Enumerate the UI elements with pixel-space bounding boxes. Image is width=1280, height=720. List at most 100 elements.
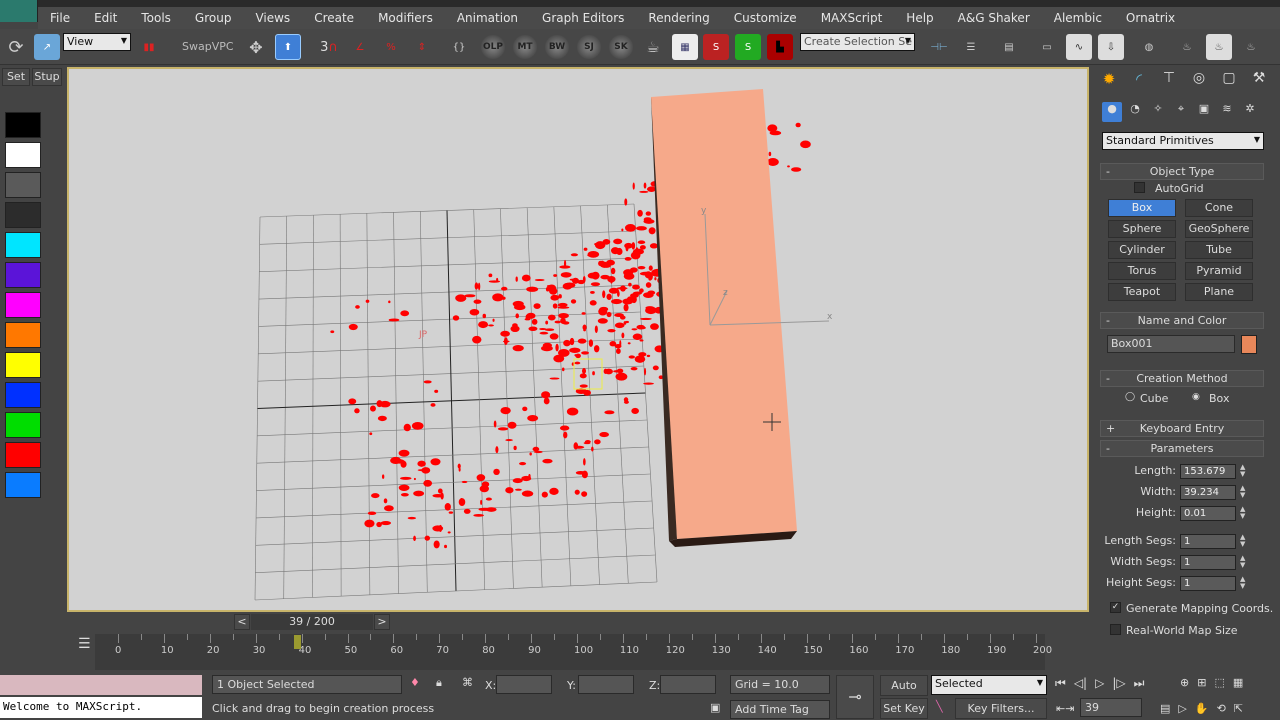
perspective-viewport[interactable]: y z x JP <box>67 67 1089 612</box>
go-to-end-icon[interactable]: ⏭ <box>1134 676 1145 691</box>
color-swatch[interactable] <box>5 412 41 438</box>
modify-tab-icon[interactable]: ◜ <box>1126 70 1152 94</box>
zoom-all-icon[interactable]: ⊞ <box>1197 676 1206 689</box>
creation-method-rollout[interactable]: - Creation Method <box>1100 370 1264 387</box>
current-frame-marker[interactable] <box>294 635 301 649</box>
set-key-button[interactable]: Set Key <box>880 698 928 719</box>
swap-vpc-button[interactable]: SwapVPC <box>182 40 234 53</box>
current-frame-input[interactable]: 39 <box>1080 698 1142 717</box>
autogrid-checkbox[interactable] <box>1134 182 1145 193</box>
param-spinner[interactable]: ▲ ▼ <box>1240 464 1248 478</box>
schematic-icon[interactable]: ▦ <box>672 34 698 60</box>
category-dropdown[interactable]: Standard Primitives <box>1102 132 1264 150</box>
spinner-snap-icon[interactable]: ⇕ <box>409 34 435 60</box>
systems-icon[interactable]: ✲ <box>1240 102 1260 122</box>
param-spinner[interactable]: ▲ ▼ <box>1240 534 1248 548</box>
render-setup-icon[interactable]: ♨ <box>1174 34 1200 60</box>
red-tool-icon[interactable]: ▙ <box>767 34 793 60</box>
menu-a-g-shaker[interactable]: A&G Shaker <box>946 11 1042 25</box>
param-input[interactable]: 0.01 <box>1180 506 1236 521</box>
angle-snap-icon[interactable]: ∠ <box>347 34 373 60</box>
bw-button[interactable]: BW <box>545 35 569 59</box>
color-swatch[interactable] <box>5 442 41 468</box>
prev-frame-button[interactable]: < <box>234 614 250 630</box>
menu-ornatrix[interactable]: Ornatrix <box>1114 11 1187 25</box>
color-swatch[interactable] <box>5 262 41 288</box>
zoom-icon[interactable]: ⊕ <box>1180 676 1189 689</box>
hierarchy-tab-icon[interactable]: ⊤ <box>1156 70 1182 94</box>
shapes-icon[interactable]: ◔ <box>1125 102 1145 122</box>
motion-tab-icon[interactable]: ◎ <box>1186 70 1212 94</box>
mirror-icon[interactable]: ⊣⊢ <box>926 34 952 60</box>
menu-views[interactable]: Views <box>243 11 302 25</box>
primitive-pyramid-button[interactable]: Pyramid <box>1185 262 1253 280</box>
sk-button[interactable]: SK <box>609 35 633 59</box>
primitive-geosphere-button[interactable]: GeoSphere <box>1185 220 1253 238</box>
menu-rendering[interactable]: Rendering <box>636 11 721 25</box>
add-time-tag-button[interactable]: Add Time Tag <box>730 700 830 719</box>
menu-group[interactable]: Group <box>183 11 244 25</box>
select-object-icon[interactable]: ⬆ <box>275 34 301 60</box>
material-editor-icon[interactable]: ◍ <box>1136 34 1162 60</box>
param-input[interactable]: 1 <box>1180 534 1236 549</box>
space-warps-icon[interactable]: ≋ <box>1217 102 1237 122</box>
menu-animation[interactable]: Animation <box>445 11 530 25</box>
param-spinner[interactable]: ▲ ▼ <box>1240 576 1248 590</box>
y-coordinate-input[interactable] <box>578 675 634 694</box>
dope-sheet-icon[interactable]: ⇩ <box>1098 34 1124 60</box>
menu-tools[interactable]: Tools <box>129 11 183 25</box>
primitive-box-button[interactable]: Box <box>1108 199 1176 217</box>
name-color-rollout[interactable]: - Name and Color <box>1100 312 1264 329</box>
menu-create[interactable]: Create <box>302 11 366 25</box>
create-tab-icon[interactable]: ✹ <box>1096 70 1122 94</box>
param-input[interactable]: 1 <box>1180 576 1236 591</box>
param-input[interactable]: 1 <box>1180 555 1236 570</box>
isolate-icon[interactable]: ♦ <box>410 676 420 689</box>
param-spinner[interactable]: ▲ ▼ <box>1240 555 1248 569</box>
go-to-start-icon[interactable]: ⏮ <box>1055 676 1066 691</box>
object-name-input[interactable]: Box001 <box>1107 335 1235 353</box>
generate-mapping-checkbox[interactable]: ✓ <box>1110 602 1121 613</box>
time-config-icon[interactable]: ▤ <box>1160 702 1170 715</box>
lock-selection-icon[interactable]: 🔒︎ <box>436 676 442 690</box>
color-swatch[interactable] <box>5 322 41 348</box>
object-type-rollout[interactable]: - Object Type <box>1100 163 1264 180</box>
primitive-teapot-button[interactable]: Teapot <box>1108 283 1176 301</box>
scene-explorer-icon[interactable]: ▭ <box>1034 34 1060 60</box>
key-tangent-icon[interactable]: ╲ <box>936 700 943 713</box>
cube-radio[interactable]: ◯ <box>1125 392 1135 402</box>
param-input[interactable]: 39.234 <box>1180 485 1236 500</box>
menu-help[interactable]: Help <box>894 11 945 25</box>
coffee-icon[interactable]: ☕ <box>640 34 666 60</box>
menu-modifiers[interactable]: Modifiers <box>366 11 445 25</box>
color-swatch[interactable] <box>5 232 41 258</box>
key-filters-button[interactable]: Key Filters... <box>955 698 1047 719</box>
key-mode-toggle-icon[interactable]: ⇤⇥ <box>1056 702 1074 715</box>
color-swatch[interactable] <box>5 202 41 228</box>
real-world-checkbox[interactable] <box>1110 624 1121 635</box>
menu-edit[interactable]: Edit <box>82 11 129 25</box>
primitive-cylinder-button[interactable]: Cylinder <box>1108 241 1176 259</box>
geometry-icon[interactable]: ● <box>1102 102 1122 122</box>
menu-graph-editors[interactable]: Graph Editors <box>530 11 636 25</box>
undo-icon[interactable]: ⟳ <box>3 34 29 60</box>
move-icon[interactable]: ✥ <box>243 34 269 60</box>
color-swatch[interactable] <box>5 292 41 318</box>
object-color-swatch[interactable] <box>1241 335 1257 354</box>
curve-editor-icon[interactable]: ∿ <box>1066 34 1092 60</box>
color-swatch[interactable] <box>5 472 41 498</box>
percent-snap-icon[interactable]: % <box>378 34 404 60</box>
color-swatch[interactable] <box>5 382 41 408</box>
time-tag-icon[interactable]: ▣ <box>710 701 720 714</box>
time-slider[interactable]: 39 / 200 <box>251 614 373 630</box>
zoom-extents-icon[interactable]: ⬚ <box>1214 676 1224 689</box>
box-radio[interactable]: ◉ <box>1192 392 1200 402</box>
menu-file[interactable]: File <box>38 11 82 25</box>
next-frame-button[interactable]: > <box>374 614 390 630</box>
edit-named-selection-icon[interactable]: {} <box>446 34 472 60</box>
olp-button[interactable]: OLP <box>481 35 505 59</box>
utilities-tab-icon[interactable]: ⚒ <box>1246 70 1272 94</box>
selection-set-dropdown[interactable]: Create Selection Se <box>800 33 915 51</box>
field-of-view-icon[interactable]: ▷ <box>1178 702 1186 715</box>
mini-curve-editor-icon[interactable]: ☰ <box>78 636 91 652</box>
